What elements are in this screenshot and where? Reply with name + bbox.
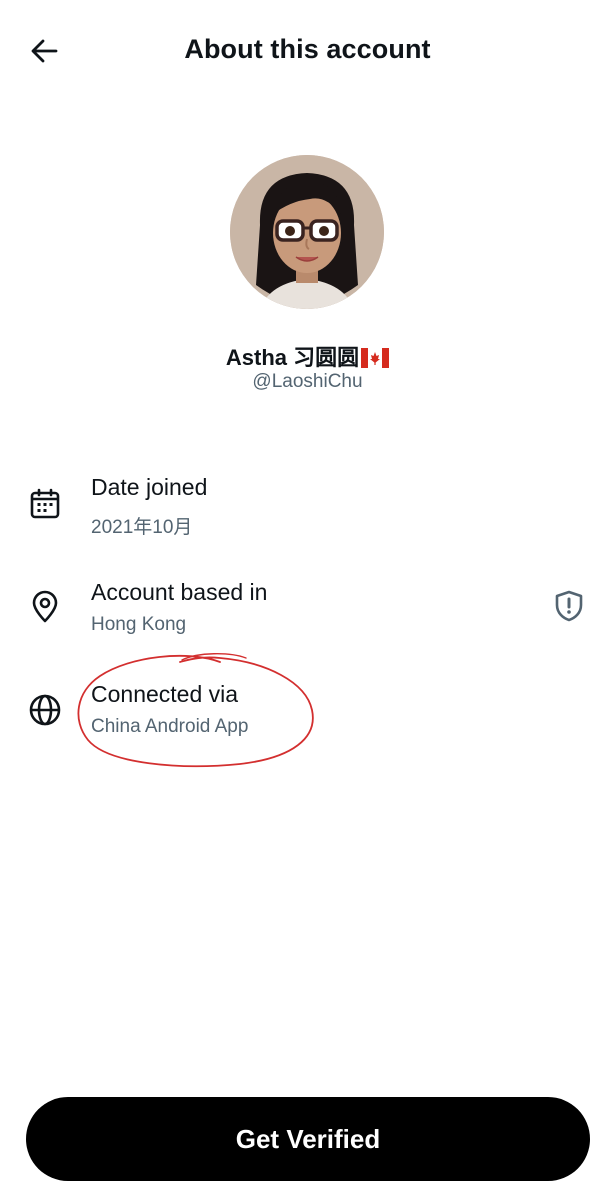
location-pin-icon xyxy=(26,588,64,626)
get-verified-button[interactable]: Get Verified xyxy=(26,1097,590,1181)
avatar xyxy=(230,155,384,309)
detail-value: 2021年10月 xyxy=(91,517,193,538)
detail-value: Hong Kong xyxy=(91,614,187,635)
handle: @LaoshiChu xyxy=(252,371,363,392)
page-title: About this account xyxy=(184,34,431,64)
detail-row-connected-via: Connected via China Android App xyxy=(0,678,615,758)
header: About this account xyxy=(0,0,615,104)
detail-label: Connected via xyxy=(91,681,239,707)
detail-label: Date joined xyxy=(91,474,208,500)
display-name-text: Astha 习圆圆 xyxy=(225,345,360,370)
detail-row-account-based-in: Account based in Hong Kong xyxy=(0,576,615,656)
calendar-icon xyxy=(26,485,64,523)
globe-icon xyxy=(26,691,64,729)
display-name: Astha 习圆圆 xyxy=(0,340,615,374)
detail-row-date-joined: Date joined 2021年10月 xyxy=(0,470,615,550)
detail-value: China Android App xyxy=(91,716,249,737)
shield-alert-icon[interactable] xyxy=(551,588,587,624)
detail-label: Account based in xyxy=(91,579,268,605)
